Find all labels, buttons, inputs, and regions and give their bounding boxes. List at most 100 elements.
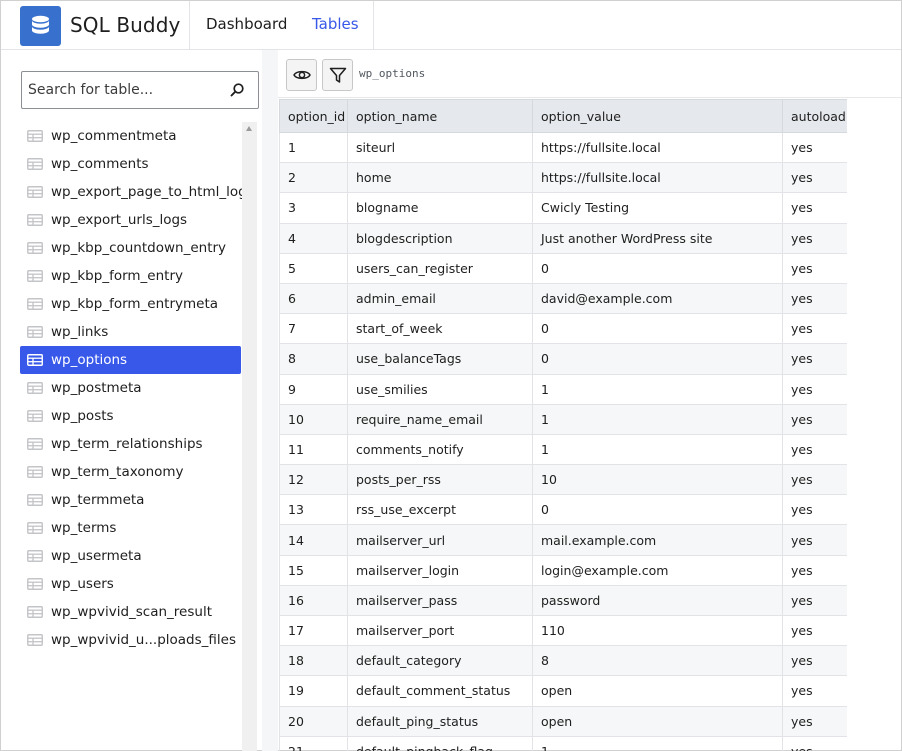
sidebar-item-table[interactable]: wp_kbp_form_entrymeta bbox=[20, 290, 241, 318]
view-button[interactable] bbox=[286, 59, 317, 91]
table-cell: yes bbox=[782, 675, 847, 707]
sidebar-scrollbar[interactable] bbox=[242, 122, 257, 751]
table-row[interactable]: 16 mailserver_pass password yes bbox=[279, 584, 847, 617]
table-cell: yes bbox=[782, 584, 847, 617]
column-header[interactable]: option_name bbox=[347, 99, 533, 133]
tab-tables[interactable]: Tables bbox=[312, 15, 359, 33]
table-row[interactable]: 13 rss_use_excerpt 0 yes bbox=[279, 494, 847, 526]
sidebar-item-table[interactable]: wp_wpvivid_scan_result bbox=[20, 598, 241, 626]
table-cell: yes bbox=[782, 464, 847, 496]
scroll-up-arrow[interactable] bbox=[246, 126, 252, 131]
table-icon bbox=[27, 298, 43, 314]
table-cell: comments_notify bbox=[347, 433, 533, 466]
sidebar-item-table[interactable]: wp_usermeta bbox=[20, 542, 241, 570]
sidebar-item-table[interactable]: wp_term_relationships bbox=[20, 430, 241, 458]
table-cell: 1 bbox=[532, 403, 783, 435]
sidebar-item-table[interactable]: wp_options bbox=[20, 346, 241, 374]
table-cell: https://fullsite.local bbox=[532, 131, 783, 164]
column-header[interactable]: autoload bbox=[782, 99, 847, 133]
table-row[interactable]: 12 posts_per_rss 10 yes bbox=[279, 464, 847, 496]
table-row[interactable]: 7 start_of_week 0 yes bbox=[279, 313, 847, 345]
table-cell: use_smilies bbox=[347, 373, 533, 405]
table-cell: require_name_email bbox=[347, 403, 533, 435]
table-row[interactable]: 10 require_name_email 1 yes bbox=[279, 403, 847, 435]
database-icon bbox=[20, 6, 61, 46]
table-cell: yes bbox=[782, 282, 847, 315]
sidebar-item-table[interactable]: wp_users bbox=[20, 570, 241, 598]
sidebar-item-table[interactable]: wp_term_taxonomy bbox=[20, 458, 241, 486]
table-row[interactable]: 5 users_can_register 0 yes bbox=[279, 252, 847, 284]
table-icon bbox=[27, 270, 43, 286]
table-icon bbox=[27, 410, 43, 426]
table-cell: yes bbox=[782, 162, 847, 194]
table-icon bbox=[27, 494, 43, 510]
table-row[interactable]: 2 home https://fullsite.local yes bbox=[279, 162, 847, 194]
table-cell: 18 bbox=[279, 645, 348, 677]
sidebar-item-table[interactable]: wp_kbp_form_entry bbox=[20, 262, 241, 290]
table-cell: 0 bbox=[532, 494, 783, 526]
table-row[interactable]: 14 mailserver_url mail.example.com yes bbox=[279, 524, 847, 556]
sidebar-item-table[interactable]: wp_export_urls_logs bbox=[20, 206, 241, 234]
table-cell: 19 bbox=[279, 675, 348, 707]
table-row[interactable]: 4 blogdescription Just another WordPress s… bbox=[279, 222, 847, 254]
table-cell: david@example.com bbox=[532, 282, 783, 315]
table-cell: 15 bbox=[279, 554, 348, 586]
table-cell: mail.example.com bbox=[532, 524, 783, 556]
sidebar-item-table[interactable]: wp_wpvivid_u...ploads_files bbox=[20, 626, 241, 654]
sidebar-item-label: wp_postmeta bbox=[51, 380, 142, 396]
table-row[interactable]: 18 default_category 8 yes bbox=[279, 645, 847, 677]
table-cell: 1 bbox=[279, 131, 348, 164]
table-row[interactable]: 15 mailserver_login login@example.com yes bbox=[279, 554, 847, 586]
table-icon bbox=[27, 634, 43, 650]
sidebar-item-label: wp_wpvivid_u...ploads_files bbox=[51, 632, 236, 648]
table-row[interactable]: 20 default_ping_status open yes bbox=[279, 705, 847, 737]
sidebar-item-table[interactable]: wp_terms bbox=[20, 514, 241, 542]
search-icon[interactable] bbox=[229, 82, 245, 102]
table-toolbar: wp_options bbox=[278, 50, 901, 98]
table-row[interactable]: 17 mailserver_port 110 yes bbox=[279, 614, 847, 647]
table-cell: yes bbox=[782, 433, 847, 466]
table-cell: 21 bbox=[279, 735, 348, 751]
table-cell: 10 bbox=[279, 403, 348, 435]
table-row[interactable]: 6 admin_email david@example.com yes bbox=[279, 282, 847, 315]
table-cell: 4 bbox=[279, 222, 348, 254]
sidebar-item-table[interactable]: wp_postmeta bbox=[20, 374, 241, 402]
sidebar-item-table[interactable]: wp_export_page_to_html_logs bbox=[20, 178, 254, 206]
table-cell: siteurl bbox=[347, 131, 533, 164]
sidebar-item-table[interactable]: wp_kbp_countdown_entry bbox=[20, 234, 241, 262]
table-cell: yes bbox=[782, 735, 847, 751]
sidebar-item-table[interactable]: wp_termmeta bbox=[20, 486, 241, 514]
table-cell: yes bbox=[782, 705, 847, 737]
table-row[interactable]: 8 use_balanceTags 0 yes bbox=[279, 343, 847, 375]
sidebar-item-table[interactable]: wp_commentmeta bbox=[20, 122, 241, 150]
sidebar-item-label: wp_users bbox=[51, 576, 114, 592]
table-row[interactable]: 21default_pingback_flag1yes bbox=[279, 735, 847, 751]
table-cell: 0 bbox=[532, 343, 783, 375]
table-row[interactable]: 11 comments_notify 1 yes bbox=[279, 433, 847, 466]
table-row[interactable]: 9 use_smilies 1 yes bbox=[279, 373, 847, 405]
column-header[interactable]: option_value bbox=[532, 99, 783, 133]
search-input[interactable] bbox=[26, 73, 222, 107]
table-cell: mailserver_url bbox=[347, 524, 533, 556]
table-icon bbox=[27, 522, 43, 538]
sidebar-item-table[interactable]: wp_comments bbox=[20, 150, 241, 178]
table-cell: yes bbox=[782, 192, 847, 224]
table-icon bbox=[27, 578, 43, 594]
filter-button[interactable] bbox=[322, 59, 353, 91]
table-cell: open bbox=[532, 705, 783, 737]
sidebar-item-label: wp_termmeta bbox=[51, 492, 145, 508]
table-search bbox=[21, 71, 259, 109]
data-grid: option_id option_name option_value autoload… bbox=[279, 99, 847, 751]
table-row[interactable]: 3 blogname Cwicly Testing yes bbox=[279, 192, 847, 224]
tab-dashboard[interactable]: Dashboard bbox=[206, 15, 287, 33]
table-icon bbox=[27, 466, 43, 482]
table-cell: home bbox=[347, 162, 533, 194]
table-row[interactable]: 19 default_comment_status open yes bbox=[279, 675, 847, 707]
sidebar-item-label: wp_links bbox=[51, 324, 109, 340]
app-title: SQL Buddy bbox=[70, 13, 181, 37]
table-row[interactable]: 1 siteurl https://fullsite.local yes bbox=[279, 131, 847, 164]
column-header[interactable]: option_id bbox=[279, 99, 348, 133]
sidebar-item-table[interactable]: wp_links bbox=[20, 318, 241, 346]
table-list: wp_commentmeta wp_comments wp_export_page_… bbox=[20, 122, 254, 654]
sidebar-item-table[interactable]: wp_posts bbox=[20, 402, 241, 430]
